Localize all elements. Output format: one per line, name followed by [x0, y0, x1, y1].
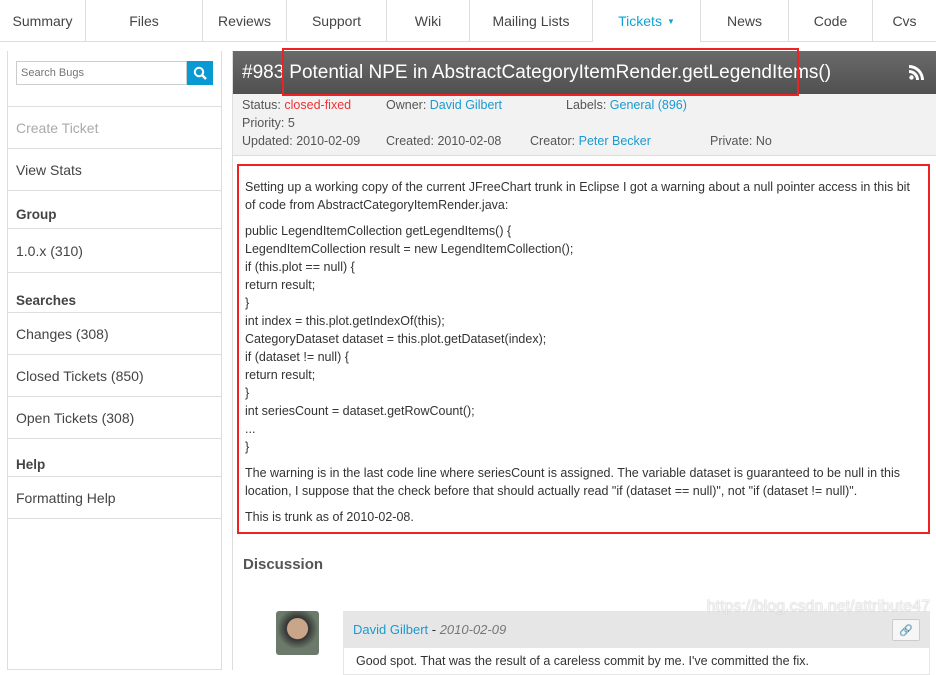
tab-reviews[interactable]: Reviews [203, 0, 287, 42]
search-icon [193, 66, 207, 80]
comment-header: David Gilbert - 2010-02-09 🔗 [343, 611, 930, 647]
updated-value: 2010-02-09 [296, 134, 361, 148]
code-line: int index = this.plot.getIndexOf(this); [245, 314, 445, 328]
code-line: int seriesCount = dataset.getRowCount(); [245, 404, 475, 418]
sidebar: Create Ticket View Stats Group 1.0.x (31… [7, 51, 222, 670]
ticket-main: #983 Potential NPE in AbstractCategoryIt… [232, 51, 936, 670]
priority-value: 5 [287, 116, 295, 130]
status-label: Status: [242, 98, 281, 112]
owner-link[interactable]: David Gilbert [430, 98, 502, 112]
tab-code[interactable]: Code [789, 0, 873, 42]
code-line: } [245, 386, 250, 400]
private-value: No [755, 134, 772, 148]
code-line: if (dataset != null) { [245, 350, 349, 364]
comment-date: 2010-02-09 [439, 621, 507, 637]
search-bar [16, 61, 213, 85]
code-line: CategoryDataset dataset = this.plot.getD… [245, 332, 547, 346]
creator-label: Creator: [530, 134, 576, 148]
separator: - [428, 621, 440, 637]
private-label: Private: [710, 134, 753, 148]
discussion-heading: Discussion [243, 556, 324, 573]
create-ticket-link[interactable]: Create Ticket [8, 107, 221, 149]
owner-label: Owner: [386, 98, 427, 112]
title-highlight [282, 48, 799, 96]
project-tabs: Summary Files Reviews Support Wiki Maili… [0, 0, 936, 42]
code-line: if (this.plot == null) { [245, 260, 355, 274]
tab-summary[interactable]: Summary [0, 0, 86, 42]
description-para: This is trunk as of 2010-02-08. [245, 510, 414, 524]
tab-tickets[interactable]: Tickets ▼ [593, 0, 701, 42]
labels-label: Labels: [566, 98, 607, 112]
comment: David Gilbert - 2010-02-09 🔗 Good spot. … [343, 611, 930, 675]
ticket-description: Setting up a working copy of the current… [237, 164, 930, 534]
searches-heading: Searches [8, 273, 221, 313]
tab-cvs[interactable]: Cvs [873, 0, 936, 42]
ticket-number: #983 [242, 61, 285, 83]
creator-link[interactable]: Peter Becker [579, 134, 651, 148]
created-label: Created: [386, 134, 434, 148]
search-input[interactable] [16, 61, 187, 85]
rss-icon[interactable] [909, 65, 924, 80]
tab-news[interactable]: News [701, 0, 789, 42]
comment-author[interactable]: David Gilbert [353, 622, 428, 637]
status-value: closed-fixed [284, 98, 352, 112]
permalink-button[interactable]: 🔗 [892, 619, 920, 641]
updated-label: Updated: [242, 134, 293, 148]
watermark: https://blog.csdn.net/attribute47 [706, 598, 930, 615]
code-line: public LegendItemCollection getLegendIte… [245, 224, 512, 238]
formatting-help-link[interactable]: Formatting Help [8, 477, 221, 519]
avatar [276, 611, 319, 655]
search-closed-tickets[interactable]: Closed Tickets (850) [8, 355, 221, 397]
code-line: } [245, 296, 250, 310]
search-open-tickets[interactable]: Open Tickets (308) [8, 397, 221, 439]
code-snippet: public LegendItemCollection getLegendIte… [245, 222, 922, 456]
code-line: ... [245, 422, 256, 436]
code-line: return result; [245, 368, 316, 382]
group-item[interactable]: 1.0.x (310) [8, 229, 221, 273]
group-heading: Group [8, 191, 221, 229]
labels-link[interactable]: General (896) [610, 98, 687, 112]
code-line: LegendItemCollection result = new Legend… [245, 242, 574, 256]
tab-support[interactable]: Support [287, 0, 387, 42]
help-heading: Help [8, 439, 221, 477]
tab-mailing-lists[interactable]: Mailing Lists [470, 0, 593, 42]
caret-down-icon: ▼ [666, 16, 675, 26]
search-button[interactable] [187, 61, 213, 85]
tab-label: Tickets [618, 13, 662, 29]
link-icon: 🔗 [899, 624, 913, 637]
code-line: } [245, 440, 250, 454]
description-intro: Setting up a working copy of the current… [245, 180, 910, 212]
comment-body: Good spot. That was the result of a care… [343, 647, 930, 675]
description-para: The warning is in the last code line whe… [245, 466, 901, 498]
view-stats-link[interactable]: View Stats [8, 149, 221, 191]
priority-label: Priority: [242, 116, 285, 130]
tab-files[interactable]: Files [86, 0, 203, 42]
ticket-meta: Status: closed-fixed Owner: David Gilber… [233, 94, 936, 156]
tab-wiki[interactable]: Wiki [387, 0, 470, 42]
created-value: 2010-02-08 [437, 134, 502, 148]
code-line: return result; [245, 278, 316, 292]
search-changes[interactable]: Changes (308) [8, 313, 221, 355]
